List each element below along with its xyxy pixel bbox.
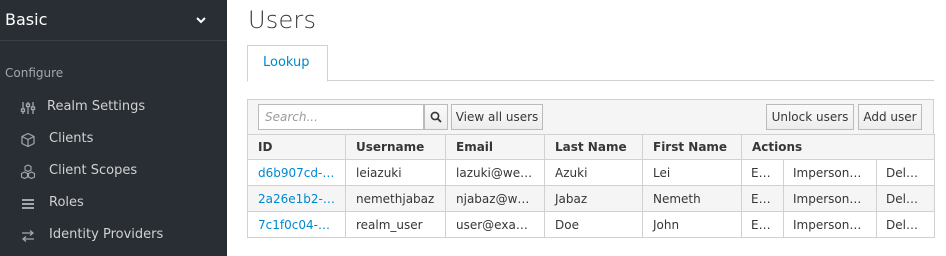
username-cell: nemethjabaz bbox=[345, 185, 446, 212]
search-icon bbox=[430, 111, 442, 123]
sidebar-item-label: Identity Providers bbox=[49, 227, 164, 242]
search-field bbox=[258, 104, 424, 130]
chevron-down-icon bbox=[196, 17, 206, 24]
sidebar-item-label: Clients bbox=[49, 131, 94, 146]
sidebar-item-realm-settings[interactable]: Realm Settings bbox=[0, 92, 227, 124]
search-button[interactable] bbox=[424, 104, 448, 130]
impersonate-action[interactable]: Impersonate bbox=[783, 211, 877, 238]
user-id-link[interactable]: 2a26e1b2-8... bbox=[247, 185, 346, 212]
search-input[interactable] bbox=[259, 105, 423, 129]
sidebar-item-label: Roles bbox=[49, 195, 84, 210]
user-id-link[interactable]: 7c1f0c04-0f... bbox=[247, 211, 346, 238]
table-header-row: ID Username Email Last Name First Name A… bbox=[247, 134, 936, 160]
edit-action[interactable]: Edit bbox=[741, 211, 784, 238]
table-row: 7c1f0c04-0f... realm_user user@exam... D… bbox=[247, 211, 936, 238]
main-content: Users Lookup View all users Unlock users… bbox=[227, 0, 946, 256]
first-name-cell: Nemeth bbox=[642, 185, 742, 212]
edit-action[interactable]: Edit bbox=[741, 185, 784, 212]
last-name-cell: Jabaz bbox=[544, 185, 643, 212]
exchange-icon bbox=[21, 230, 35, 242]
tabs-divider bbox=[247, 80, 934, 81]
sliders-icon bbox=[20, 102, 36, 114]
impersonate-action[interactable]: Impersonate bbox=[783, 185, 877, 212]
realm-selector[interactable]: Basic bbox=[0, 0, 227, 41]
column-header-id[interactable]: ID bbox=[247, 134, 346, 160]
last-name-cell: Azuki bbox=[544, 159, 643, 186]
add-user-button[interactable]: Add user bbox=[858, 104, 922, 130]
column-header-email[interactable]: Email bbox=[445, 134, 545, 160]
email-cell: njabaz@we... bbox=[445, 185, 545, 212]
section-label-configure: Configure bbox=[5, 66, 64, 80]
first-name-cell: John bbox=[642, 211, 742, 238]
realm-name: Basic bbox=[5, 10, 48, 29]
delete-action[interactable]: Delete bbox=[875, 211, 936, 238]
edit-action[interactable]: Edit bbox=[741, 159, 784, 186]
delete-action[interactable]: Delete bbox=[875, 185, 936, 212]
column-header-actions: Actions bbox=[740, 134, 936, 160]
user-id-link[interactable]: d6b907cd-e... bbox=[247, 159, 346, 186]
email-cell: user@exam... bbox=[445, 211, 545, 238]
view-all-users-button[interactable]: View all users bbox=[451, 104, 543, 130]
sidebar-item-roles[interactable]: Roles bbox=[0, 188, 227, 220]
list-icon bbox=[22, 199, 34, 209]
users-toolbar: View all users Unlock users Add user bbox=[247, 99, 934, 134]
tab-lookup[interactable]: Lookup bbox=[247, 45, 328, 82]
sidebar-item-clients[interactable]: Clients bbox=[0, 124, 227, 156]
delete-action[interactable]: Delete bbox=[875, 159, 936, 186]
column-header-username[interactable]: Username bbox=[345, 134, 446, 160]
cubes-icon bbox=[20, 164, 36, 180]
tab-label: Lookup bbox=[263, 55, 310, 70]
email-cell: lazuki@wes... bbox=[445, 159, 545, 186]
unlock-users-button[interactable]: Unlock users bbox=[766, 104, 854, 130]
first-name-cell: Lei bbox=[642, 159, 742, 186]
page-title: Users bbox=[248, 6, 317, 34]
sidebar: Basic Configure Realm Settings Clients C… bbox=[0, 0, 227, 256]
sidebar-item-label: Client Scopes bbox=[49, 163, 138, 178]
cube-icon bbox=[21, 132, 35, 148]
table-row: 2a26e1b2-8... nemethjabaz njabaz@we... J… bbox=[247, 185, 936, 212]
table-row: d6b907cd-e... leiazuki lazuki@wes... Azu… bbox=[247, 159, 936, 186]
column-header-first-name[interactable]: First Name bbox=[642, 134, 742, 160]
username-cell: realm_user bbox=[345, 211, 446, 238]
impersonate-action[interactable]: Impersonate bbox=[783, 159, 877, 186]
sidebar-item-identity-providers[interactable]: Identity Providers bbox=[0, 220, 227, 252]
column-header-last-name[interactable]: Last Name bbox=[544, 134, 643, 160]
sidebar-item-client-scopes[interactable]: Client Scopes bbox=[0, 156, 227, 188]
users-table: ID Username Email Last Name First Name A… bbox=[247, 134, 936, 238]
username-cell: leiazuki bbox=[345, 159, 446, 186]
last-name-cell: Doe bbox=[544, 211, 643, 238]
sidebar-item-label: Realm Settings bbox=[47, 99, 146, 114]
